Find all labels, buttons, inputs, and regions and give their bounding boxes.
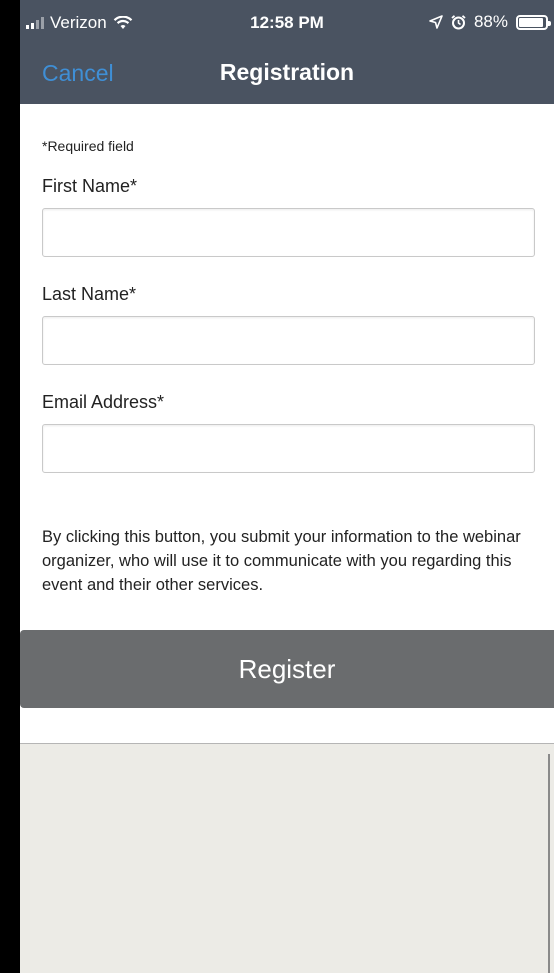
- first-name-label: First Name*: [42, 176, 138, 196]
- status-right: 88%: [429, 12, 551, 32]
- header: Verizon 12:58 PM 88% Cancel Registration: [20, 0, 554, 104]
- scrollbar[interactable]: [548, 754, 550, 973]
- bottom-pane: [20, 743, 554, 973]
- email-field[interactable]: [42, 424, 535, 473]
- phone-screen: Verizon 12:58 PM 88% Cancel Registration…: [20, 0, 554, 973]
- battery-icon: [516, 14, 551, 30]
- nav-bar: Cancel Registration: [20, 44, 554, 104]
- last-name-label: Last Name*: [42, 284, 137, 304]
- status-bar: Verizon 12:58 PM 88%: [20, 0, 554, 44]
- register-button[interactable]: Register: [20, 630, 554, 708]
- email-label: Email Address*: [42, 392, 165, 412]
- page-title: Registration: [219, 59, 355, 85]
- disclaimer-text: By clicking this button, you submit your…: [42, 528, 521, 594]
- battery-percent: 88%: [473, 12, 508, 31]
- location-arrow-icon: [429, 15, 443, 29]
- last-name-field[interactable]: [42, 316, 535, 365]
- required-field-note: *Required field: [42, 138, 134, 154]
- alarm-icon: [451, 14, 466, 29]
- first-name-field[interactable]: [42, 208, 535, 257]
